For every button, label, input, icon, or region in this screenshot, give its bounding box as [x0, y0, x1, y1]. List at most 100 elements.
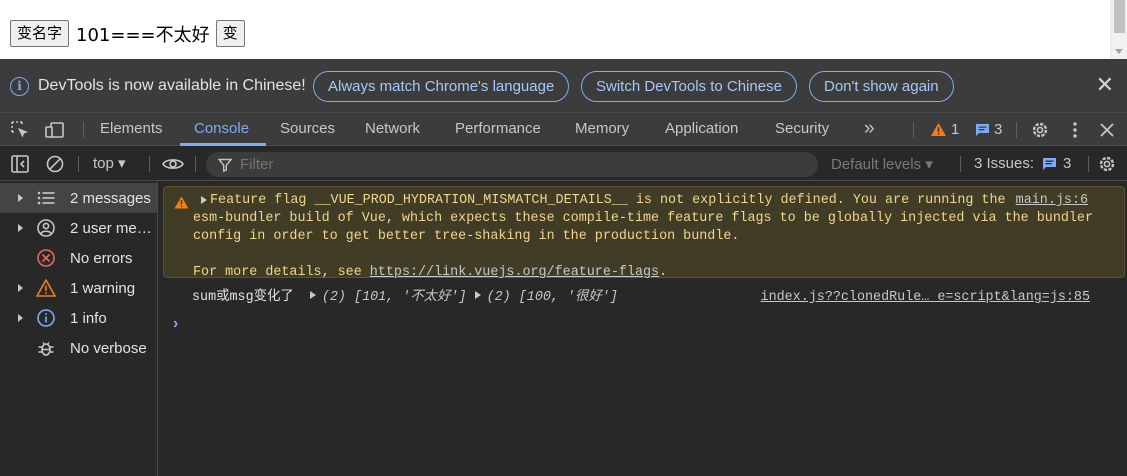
more-options-icon[interactable]: [1065, 120, 1085, 140]
toolbar-divider: [195, 156, 196, 172]
close-icon[interactable]: ✕: [1096, 74, 1114, 96]
console-warning-message: Feature flag __VUE_PROD_HYDRATION_MISMAT…: [163, 186, 1125, 280]
active-tab-indicator: [180, 143, 266, 146]
expand-arrow-icon[interactable]: [18, 314, 23, 322]
tab-security[interactable]: Security: [775, 113, 829, 146]
toolbar-divider: [1016, 122, 1017, 138]
warning-line: For more details, see: [193, 265, 370, 280]
feature-flags-link[interactable]: https://link.vuejs.org/feature-flags: [370, 265, 659, 280]
info-icon: i: [10, 77, 29, 96]
user-icon: [37, 219, 55, 237]
issues-label: 3 Issues:: [974, 155, 1035, 172]
console-messages: Feature flag __VUE_PROD_HYDRATION_MISMAT…: [159, 182, 1127, 476]
warning-badge[interactable]: 1: [930, 121, 959, 138]
sidebar-item-label: 1 info: [70, 309, 107, 327]
message-badge[interactable]: 3: [975, 121, 1002, 138]
filter-input[interactable]: [240, 156, 439, 173]
sidebar-item-label: 1 warning: [70, 279, 136, 297]
always-match-language-button[interactable]: Always match Chrome's language: [313, 71, 570, 102]
log-source-link[interactable]: index.js??clonedRule… e=script&lang=js:8…: [761, 289, 1090, 307]
toolbar-divider: [1088, 156, 1089, 172]
bug-icon: [38, 342, 54, 356]
warning-line: config in order to get better tree-shaki…: [193, 229, 740, 244]
toolbar-divider: [78, 156, 79, 172]
expand-arrow-icon[interactable]: [18, 224, 23, 232]
issues-message-icon: [1043, 157, 1057, 170]
issues-counter[interactable]: 3 Issues: 3: [974, 155, 1071, 172]
scroll-down-arrow-icon[interactable]: [1115, 49, 1123, 54]
sidebar-item-label: 2 user me…: [70, 219, 152, 237]
log-levels-dropdown[interactable]: Default levels ▾: [831, 155, 933, 173]
language-infobar: i DevTools is now available in Chinese! …: [0, 59, 1127, 113]
log-text: sum或msg变化了: [192, 290, 294, 305]
expand-arrow-icon[interactable]: [309, 291, 316, 299]
settings-gear-icon[interactable]: [1030, 120, 1050, 140]
sidebar-item-warnings[interactable]: 1 warning: [0, 273, 157, 303]
warning-icon: [931, 123, 946, 136]
issues-count: 3: [1063, 155, 1072, 172]
dont-show-again-button[interactable]: Don't show again: [809, 71, 954, 102]
sidebar-item-verbose[interactable]: No verbose: [0, 333, 157, 363]
array-string: '很好': [566, 290, 610, 305]
array-length: (2): [321, 290, 346, 305]
warning-icon: [174, 196, 189, 209]
device-toolbar-icon[interactable]: [45, 120, 65, 140]
expand-arrow-icon[interactable]: [18, 194, 23, 202]
expand-arrow-icon[interactable]: [474, 291, 481, 299]
array-number: 100: [526, 290, 551, 305]
close-devtools-icon[interactable]: [1097, 120, 1117, 140]
array-length: (2): [486, 290, 511, 305]
warning-line: esm-bundler build of Vue, which expects …: [193, 211, 1093, 226]
sidebar-item-info[interactable]: 1 info: [0, 303, 157, 333]
expand-arrow-icon[interactable]: [201, 196, 207, 204]
tab-performance[interactable]: Performance: [455, 113, 541, 146]
tab-sources[interactable]: Sources: [280, 113, 335, 146]
error-icon: [37, 249, 55, 267]
expand-arrow-icon[interactable]: [18, 284, 23, 292]
toolbar-divider: [960, 156, 961, 172]
sidebar-item-errors[interactable]: No errors: [0, 243, 157, 273]
sidebar-item-messages[interactable]: 2 messages: [0, 183, 157, 213]
array-string: '不太好': [402, 290, 459, 305]
filter-box[interactable]: [206, 152, 818, 177]
tab-console[interactable]: Console: [194, 113, 249, 146]
warning-line: .: [659, 265, 668, 280]
tab-memory[interactable]: Memory: [575, 113, 629, 146]
warning-source-link[interactable]: main.js:6: [1016, 192, 1088, 210]
console-prompt-icon[interactable]: ›: [173, 315, 178, 333]
scrollbar-thumb[interactable]: [1114, 0, 1125, 33]
sidebar-item-label: No verbose: [70, 339, 147, 357]
console-toolbar: top ▾ Default levels ▾ 3 Issues: 3: [0, 147, 1127, 181]
inspect-element-icon[interactable]: [10, 120, 30, 140]
toolbar-divider: [913, 122, 914, 138]
info-icon: [37, 309, 55, 327]
webpage-area: 变名字 101===不太好 变: [0, 0, 1127, 59]
array-number: 101: [362, 290, 387, 305]
sidebar-item-user-messages[interactable]: 2 user me…: [0, 213, 157, 243]
console-log-message: sum或msg变化了 (2) [101, '不太好'] (2) [100, '很…: [192, 290, 618, 305]
more-tabs-icon[interactable]: »: [864, 113, 875, 146]
display-text: 101===不太好: [76, 24, 210, 46]
page-scrollbar[interactable]: [1110, 0, 1127, 59]
list-icon: [37, 191, 55, 205]
tab-elements[interactable]: Elements: [100, 113, 163, 146]
filter-icon: [218, 158, 232, 172]
change-button[interactable]: 变: [215, 20, 245, 47]
tab-application[interactable]: Application: [665, 113, 738, 146]
switch-to-chinese-button[interactable]: Switch DevTools to Chinese: [581, 71, 797, 102]
sidebar-item-label: 2 messages: [70, 189, 151, 207]
rename-button[interactable]: 变名字: [10, 20, 70, 47]
sidebar-item-label: No errors: [70, 249, 133, 267]
sidebar-toggle-icon[interactable]: [10, 154, 30, 174]
warning-line: Feature flag __VUE_PROD_HYDRATION_MISMAT…: [210, 193, 1006, 208]
clear-console-icon[interactable]: [45, 154, 65, 174]
console-settings-gear-icon[interactable]: [1097, 154, 1117, 174]
warning-count: 1: [951, 121, 960, 138]
message-icon: [976, 123, 989, 136]
toolbar-divider: [149, 156, 150, 172]
page-controls: 变名字 101===不太好 变: [10, 20, 245, 47]
live-expression-eye-icon[interactable]: [161, 154, 185, 174]
console-sidebar: 2 messages 2 user me… No errors 1 warnin…: [0, 182, 158, 476]
tab-network[interactable]: Network: [365, 113, 420, 146]
context-selector[interactable]: top ▾: [93, 154, 126, 172]
